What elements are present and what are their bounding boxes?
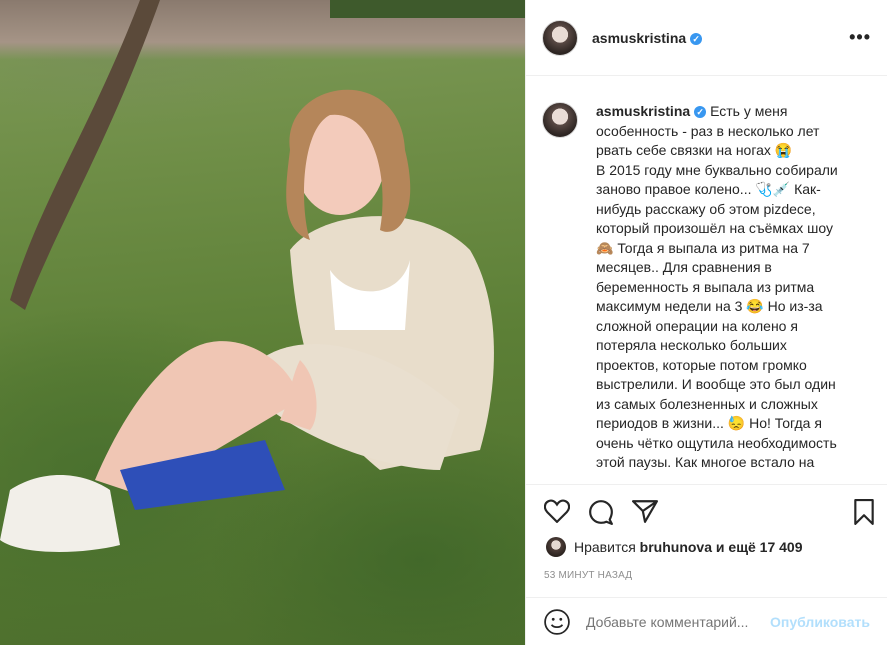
photo-illustration — [0, 0, 494, 552]
caption-text: asmuskristina ✓ Есть у меня особенность -… — [596, 102, 858, 473]
caption-line: Есть у меня — [710, 103, 788, 119]
share-icon[interactable] — [632, 499, 658, 528]
caption-line: из самых болезненных и сложных — [596, 395, 818, 412]
caption-line: особенность - раз в несколько лет — [596, 122, 820, 139]
caption-line: В 2015 году мне буквально собирали — [596, 161, 838, 178]
comment-icon[interactable] — [588, 499, 614, 530]
caption-line: проектов, которые потом громко — [596, 356, 807, 373]
caption-line: беременность я выпала из ритма — [596, 278, 815, 295]
caption-line: периодов в жизни... 😓 Но! Тогда я — [596, 415, 822, 431]
heart-icon[interactable] — [543, 499, 571, 528]
liker-avatar[interactable] — [546, 537, 566, 557]
caption-line: который произошёл на съёмках шоу — [596, 220, 833, 236]
post-timestamp[interactable]: 53 МИНУТ НАЗАД — [544, 570, 632, 581]
bookmark-icon[interactable] — [853, 499, 875, 530]
caption-username[interactable]: asmuskristina ✓ — [596, 103, 707, 119]
caption: asmuskristina ✓ Есть у меня особенность -… — [526, 76, 887, 473]
verified-badge-icon: ✓ — [690, 32, 703, 45]
caption-line: заново правое колено... 🩺💉 Как- — [596, 181, 821, 197]
comment-bar: Опубликовать — [526, 597, 887, 646]
comments-scroll-area[interactable]: asmuskristina ✓ Есть у меня особенность -… — [526, 76, 887, 484]
caption-line: этой паузы. Как многое встало на — [596, 454, 815, 470]
liker-username[interactable]: bruhunova — [640, 539, 712, 555]
likes-summary: Нравится bruhunova и ещё 17 409 — [546, 537, 803, 557]
post-sidebar: asmuskristina ✓ ••• asmuskristina ✓ Есть у… — [525, 0, 887, 645]
post-header: asmuskristina ✓ ••• — [526, 0, 887, 76]
caption-avatar[interactable] — [542, 102, 578, 138]
caption-line: 🙈 Тогда я выпала из ритма на 7 — [596, 239, 810, 256]
publish-button[interactable]: Опубликовать — [770, 614, 870, 630]
post-photo[interactable] — [0, 0, 525, 645]
likes-count[interactable]: и ещё 17 409 — [716, 539, 803, 555]
likes-prefix: Нравится — [574, 539, 636, 555]
comment-input[interactable] — [584, 613, 768, 631]
caption-line: месяцев.. Для сравнения в — [596, 259, 772, 275]
caption-line: сложной операции на колено я — [596, 317, 798, 334]
smiley-icon[interactable] — [544, 609, 570, 635]
username-link[interactable]: asmuskristina ✓ — [592, 30, 703, 46]
action-bar — [526, 484, 887, 541]
caption-line: потеряла несколько больших — [596, 337, 787, 353]
caption-line: выстрелили. И вообще это был один — [596, 376, 836, 392]
caption-line: рвать себе связки на ногах 😭 — [596, 142, 793, 158]
verified-badge-icon: ✓ — [694, 106, 707, 118]
avatar[interactable] — [542, 19, 578, 56]
caption-line: максимум недели на 3 😂 Но из-за — [596, 298, 823, 314]
caption-line: нибудь расскажу об этом pizdece, — [596, 200, 816, 217]
more-options-icon[interactable]: ••• — [849, 27, 871, 48]
caption-line: очень чётко ощутила необходимость — [596, 434, 837, 451]
